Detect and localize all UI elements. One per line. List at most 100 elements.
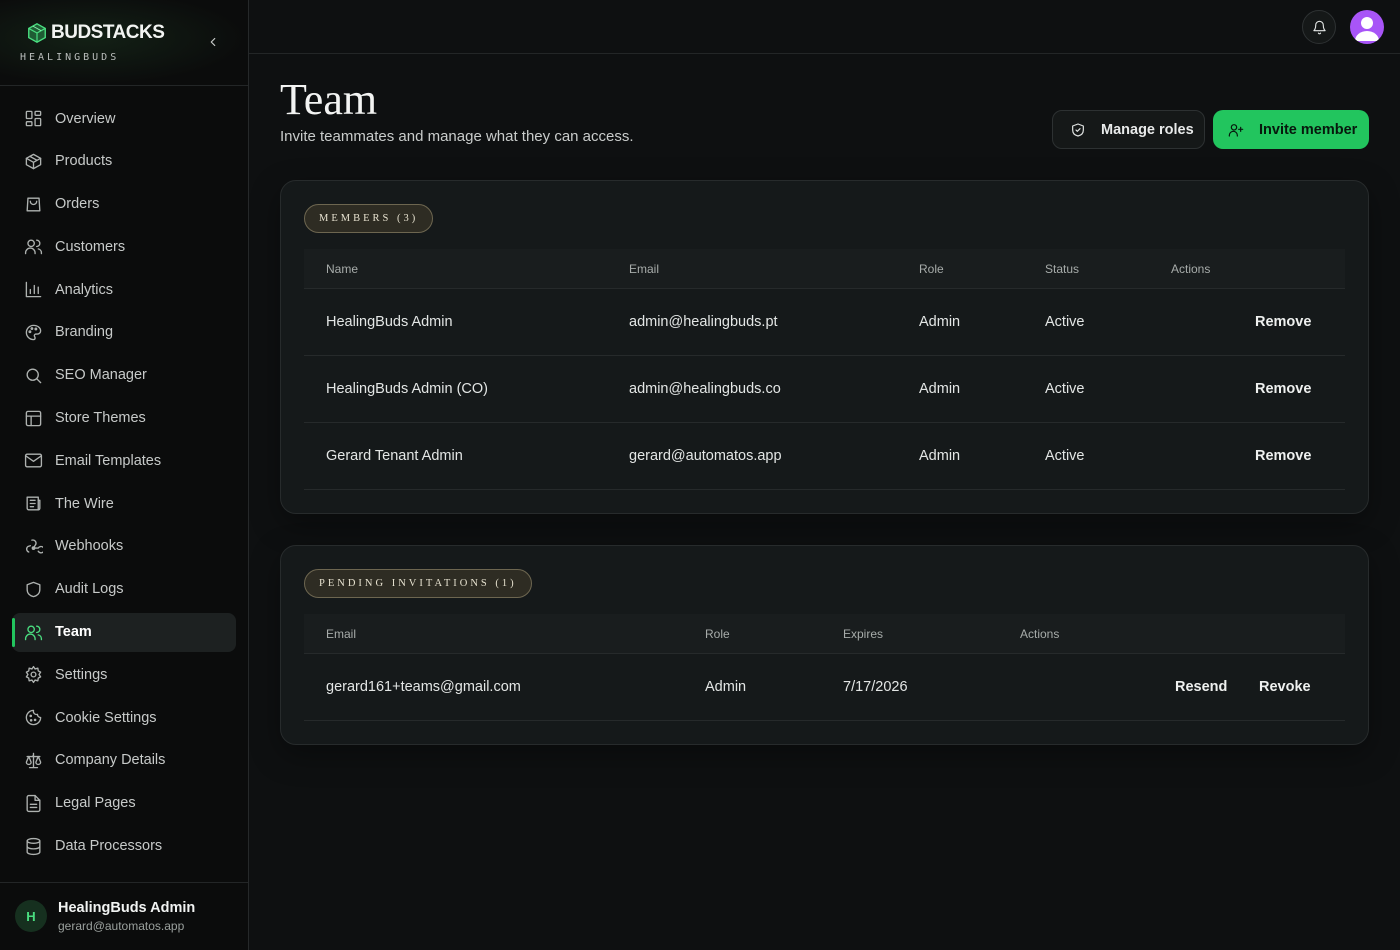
member-name: HealingBuds Admin [326, 314, 453, 330]
sidebar-item-label: Legal Pages [55, 795, 136, 812]
shield-check-icon [1072, 122, 1084, 137]
manage-roles-label: Manage roles [1101, 121, 1194, 138]
column-header-expires: Expires [843, 627, 884, 641]
members-count-badge: MEMBERS (3) [304, 204, 434, 233]
top-bar [249, 0, 1400, 54]
sidebar-item-label: Settings [55, 666, 108, 683]
layout-icon [25, 410, 42, 426]
user-avatar-icon [1355, 17, 1379, 41]
palette-icon [25, 324, 42, 341]
member-name: HealingBuds Admin (CO) [326, 381, 488, 397]
member-status: Active [1045, 381, 1085, 397]
invite-member-label: Invite member [1259, 121, 1358, 138]
member-status: Active [1045, 314, 1085, 330]
sidebar-item-overview[interactable]: Overview [12, 99, 236, 138]
table-row: gerard161+teams@gmail.com Admin 7/17/202… [304, 654, 1345, 721]
page-title: Team [280, 75, 378, 124]
remove-member-button[interactable]: Remove [1255, 423, 1311, 489]
member-status: Active [1045, 448, 1085, 464]
sidebar-item-audit-logs[interactable]: Audit Logs [12, 570, 236, 609]
shopping-bag-icon [26, 197, 41, 212]
file-text-icon [26, 794, 41, 812]
column-header-status: Status [1045, 262, 1080, 276]
notifications-button[interactable] [1302, 10, 1336, 44]
sidebar-item-data-processors[interactable]: Data Processors [12, 827, 236, 866]
invite-member-button[interactable]: Invite member [1213, 110, 1369, 149]
sidebar-item-label: Email Templates [55, 452, 162, 469]
sidebar-item-label: Customers [55, 238, 126, 255]
sidebar-item-the-wire[interactable]: The Wire [12, 484, 236, 523]
sidebar-item-label: Store Themes [55, 410, 146, 427]
sidebar-item-legal-pages[interactable]: Legal Pages [12, 784, 236, 823]
sidebar-item-store-themes[interactable]: Store Themes [12, 399, 236, 438]
shield-icon [26, 581, 41, 598]
invitation-role: Admin [705, 679, 747, 695]
column-header-actions: Actions [1020, 627, 1060, 641]
resend-invitation-button[interactable]: Resend [1175, 654, 1227, 720]
sidebar-item-team[interactable]: Team [12, 612, 236, 652]
table-row: HealingBuds Admin admin@healingbuds.pt A… [304, 289, 1345, 356]
scale-icon [25, 752, 42, 769]
sidebar-item-label: SEO Manager [55, 367, 147, 384]
page-subtitle: Invite teammates and manage what they ca… [280, 128, 634, 145]
newspaper-icon [26, 496, 41, 511]
sidebar-item-label: Branding [55, 324, 114, 341]
pending-invitations-card: PENDING INVITATIONS (1) Email Role Expir… [280, 545, 1369, 745]
profile-avatar-button[interactable] [1350, 10, 1384, 44]
remove-member-button[interactable]: Remove [1255, 356, 1311, 422]
sidebar-item-branding[interactable]: Branding [12, 313, 236, 352]
chevron-left-icon [210, 37, 216, 47]
current-user[interactable]: H HealingBuds Admin gerard@automatos.app [0, 882, 248, 950]
invitations-count-badge: PENDING INVITATIONS (1) [304, 569, 532, 598]
member-role: Admin [919, 314, 961, 330]
cube-logo-icon [28, 23, 46, 43]
sidebar-item-cookie-settings[interactable]: Cookie Settings [12, 698, 236, 737]
member-role: Admin [919, 381, 961, 397]
logo[interactable]: BUDSTACKS [26, 22, 165, 44]
sidebar-item-label: Company Details [55, 752, 166, 769]
sidebar-item-email-templates[interactable]: Email Templates [12, 441, 236, 480]
table-row: HealingBuds Admin (CO) admin@healingbuds… [304, 356, 1345, 423]
sidebar-item-label: Products [55, 153, 113, 170]
sidebar-item-products[interactable]: Products [12, 142, 236, 181]
database-icon [26, 837, 41, 855]
sidebar-item-label: Data Processors [55, 838, 163, 855]
remove-member-button[interactable]: Remove [1255, 289, 1311, 355]
cookie-icon [25, 709, 42, 726]
sidebar-item-orders[interactable]: Orders [12, 185, 236, 224]
user-name: HealingBuds Admin [58, 900, 196, 916]
member-email: gerard@automatos.app [629, 448, 782, 464]
member-role: Admin [919, 448, 961, 464]
sidebar-item-label: Overview [55, 110, 116, 127]
revoke-invitation-button[interactable]: Revoke [1259, 654, 1311, 720]
sidebar-item-label: Cookie Settings [55, 709, 157, 726]
sidebar-item-webhooks[interactable]: Webhooks [12, 527, 236, 566]
user-plus-icon [1228, 123, 1244, 137]
mail-icon [24, 453, 43, 468]
sidebar-item-label: Analytics [55, 281, 114, 298]
invitation-expires: 7/17/2026 [843, 679, 908, 695]
column-header-name: Name [326, 262, 359, 276]
sidebar-item-label: Webhooks [55, 538, 124, 555]
collapse-sidebar-button[interactable] [203, 32, 223, 52]
webhook-icon [25, 539, 43, 554]
sidebar-item-label: Orders [55, 196, 100, 213]
members-table-header: Name Email Role Status Actions [304, 249, 1345, 289]
brand-header: BUDSTACKS HEALINGBUDS [0, 0, 248, 86]
sidebar-item-analytics[interactable]: Analytics [12, 270, 236, 309]
sidebar-item-company-details[interactable]: Company Details [12, 741, 236, 780]
sidebar: BUDSTACKS HEALINGBUDS Overview Products … [0, 0, 249, 950]
grid-icon [25, 110, 42, 127]
sidebar-item-customers[interactable]: Customers [12, 227, 236, 266]
sidebar-item-seo-manager[interactable]: SEO Manager [12, 356, 236, 395]
avatar: H [15, 900, 47, 932]
sidebar-nav: Overview Products Orders Customers Analy… [12, 99, 236, 869]
sidebar-item-label: Team [55, 624, 92, 641]
manage-roles-button[interactable]: Manage roles [1052, 110, 1205, 149]
column-header-email: Email [326, 627, 357, 641]
column-header-email: Email [629, 262, 660, 276]
sidebar-item-settings[interactable]: Settings [12, 655, 236, 694]
users-icon [24, 625, 43, 640]
table-row: Gerard Tenant Admin gerard@automatos.app… [304, 423, 1345, 490]
member-email: admin@healingbuds.co [629, 381, 781, 397]
